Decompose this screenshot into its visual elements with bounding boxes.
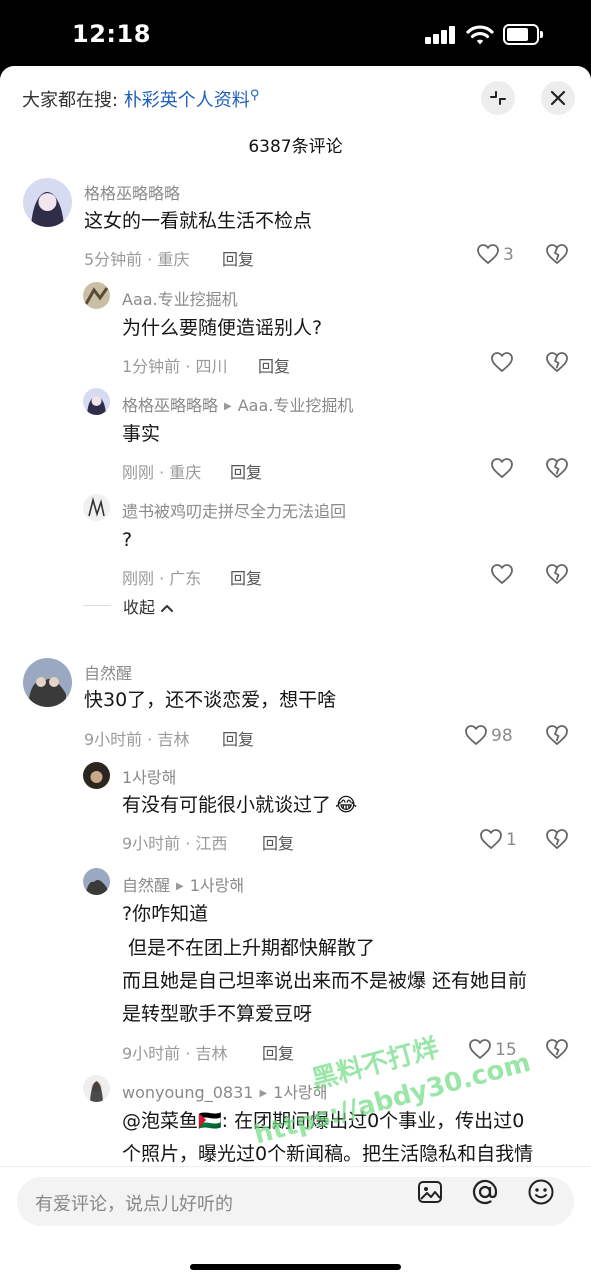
reply-arrow-icon: ▶ — [224, 401, 232, 412]
comment-author[interactable]: 格格巫略略略 ▶ Aaa.专业挖掘机 — [122, 392, 353, 416]
trending-prefix: 大家都在搜: — [22, 90, 119, 111]
comment-count: 6387条评论 — [248, 137, 343, 157]
comment-author[interactable]: 1사랑해 — [122, 764, 176, 788]
reply-to-name[interactable]: 1사랑해 — [190, 876, 244, 895]
search-icon: ⚲ — [249, 88, 260, 103]
like-count: 3 — [503, 245, 514, 265]
comment-author[interactable]: 自然醒 ▶ 1사랑해 — [122, 872, 244, 896]
like-icon[interactable] — [476, 243, 500, 265]
dislike-icon[interactable] — [545, 828, 569, 850]
trending-keyword[interactable]: 朴彩英个人资料 — [124, 90, 250, 111]
laughing-emoji: 😂 — [335, 794, 358, 816]
reply-button[interactable]: 回复 — [222, 726, 254, 750]
reply-button[interactable]: 回复 — [230, 565, 262, 589]
author-name[interactable]: 格格巫略略略 — [122, 396, 218, 415]
comment-meta: 5分钟前 · 重庆 — [84, 250, 190, 269]
at-mention-icon[interactable] — [471, 1178, 499, 1206]
reply-button[interactable]: 回复 — [262, 830, 294, 854]
comment-text-line: 是转型歌手不算爱豆呀 — [122, 1003, 313, 1025]
dislike-icon[interactable] — [545, 563, 569, 585]
close-button[interactable] — [541, 81, 575, 115]
reply-arrow-icon: ▶ — [176, 881, 184, 892]
collapse-icon — [490, 91, 506, 105]
comment-author[interactable]: 格格巫略略略 — [84, 180, 180, 204]
comment-meta: 9小时前 · 江西 — [122, 834, 228, 853]
reply-button[interactable]: 回复 — [230, 459, 262, 483]
reply-button[interactable]: 回复 — [222, 246, 254, 270]
like-icon[interactable] — [490, 351, 514, 373]
comment-meta: 刚刚 · 广东 — [122, 569, 202, 588]
reply-button[interactable]: 回复 — [262, 1040, 294, 1064]
avatar[interactable] — [83, 388, 110, 415]
cellular-signal-icon — [425, 26, 457, 44]
chevron-up-icon — [161, 605, 174, 612]
comment-sheet: 大家都在搜: 朴彩英个人资料⚲ 6387条评论 格格巫略略略 这女的一看就私生活… — [0, 66, 591, 1280]
like-count: 98 — [491, 726, 513, 746]
like-icon[interactable] — [490, 457, 514, 479]
dislike-icon[interactable] — [545, 457, 569, 479]
comment-input-bar: 有爱评论，说点儿好听的 — [0, 1166, 591, 1280]
avatar[interactable] — [83, 1075, 110, 1102]
comment-input-placeholder: 有爱评论，说点儿好听的 — [35, 1194, 233, 1215]
divider — [83, 605, 111, 606]
wifi-icon — [466, 25, 494, 45]
home-indicator — [190, 1264, 401, 1270]
comment-text-line: 而且她是自己坦率说出来而不是被爆 还有她目前 — [122, 970, 528, 992]
comment-text-line: ?你咋知道 — [122, 903, 209, 925]
reply-to-name[interactable]: Aaa.专业挖掘机 — [238, 396, 354, 415]
battery-icon — [503, 24, 543, 45]
dislike-icon[interactable] — [545, 724, 569, 746]
avatar[interactable] — [83, 762, 110, 789]
image-icon[interactable] — [416, 1178, 444, 1206]
collapse-button[interactable] — [481, 81, 515, 115]
comment-text: 有没有可能很小就谈过了 😂 — [122, 794, 358, 816]
reply-button[interactable]: 回复 — [258, 353, 290, 377]
like-icon[interactable] — [490, 563, 514, 585]
emoji-icon[interactable] — [527, 1178, 555, 1206]
comment-author[interactable]: Aaa.专业挖掘机 — [122, 286, 238, 310]
dislike-icon[interactable] — [545, 1038, 569, 1060]
close-icon — [550, 90, 566, 106]
comment-author[interactable]: 遗书被鸡叨走拼尽全力无法追回 — [122, 498, 346, 522]
status-time: 12:18 — [72, 20, 151, 48]
trending-search-hint[interactable]: 大家都在搜: 朴彩英个人资料⚲ — [22, 86, 259, 112]
like-count: 1 — [506, 830, 517, 850]
comment-meta: 刚刚 · 重庆 — [122, 463, 202, 482]
comment-text: 快30了，还不谈恋爱，想干啥 — [84, 689, 337, 711]
like-icon[interactable] — [479, 828, 503, 850]
author-name[interactable]: wonyoung_0831 — [122, 1083, 253, 1102]
avatar[interactable] — [83, 282, 110, 309]
comment-text: ? — [122, 529, 133, 551]
comment-author[interactable]: 自然醒 — [84, 660, 132, 684]
avatar[interactable] — [23, 658, 72, 707]
comment-text: 事实 — [122, 423, 161, 445]
collapse-label: 收起 — [123, 598, 156, 617]
comment-meta: 9小时前 · 吉林 — [84, 730, 190, 749]
comment-text: 这女的一看就私生活不检点 — [84, 210, 313, 232]
avatar[interactable] — [83, 494, 110, 521]
author-name[interactable]: 自然醒 — [122, 876, 170, 895]
avatar[interactable] — [23, 178, 72, 227]
status-bar: 12:18 — [0, 0, 591, 66]
dislike-icon[interactable] — [545, 351, 569, 373]
dislike-icon[interactable] — [545, 243, 569, 265]
comment-meta: 9小时前 · 吉林 — [122, 1044, 228, 1063]
comment-meta: 1分钟前 · 四川 — [122, 357, 228, 376]
avatar[interactable] — [83, 868, 110, 895]
like-icon[interactable] — [464, 724, 488, 746]
comment-text: 为什么要随便造谣别人? — [122, 317, 323, 339]
comment-text-line: 但是不在团上升期都快解散了 — [122, 937, 376, 959]
